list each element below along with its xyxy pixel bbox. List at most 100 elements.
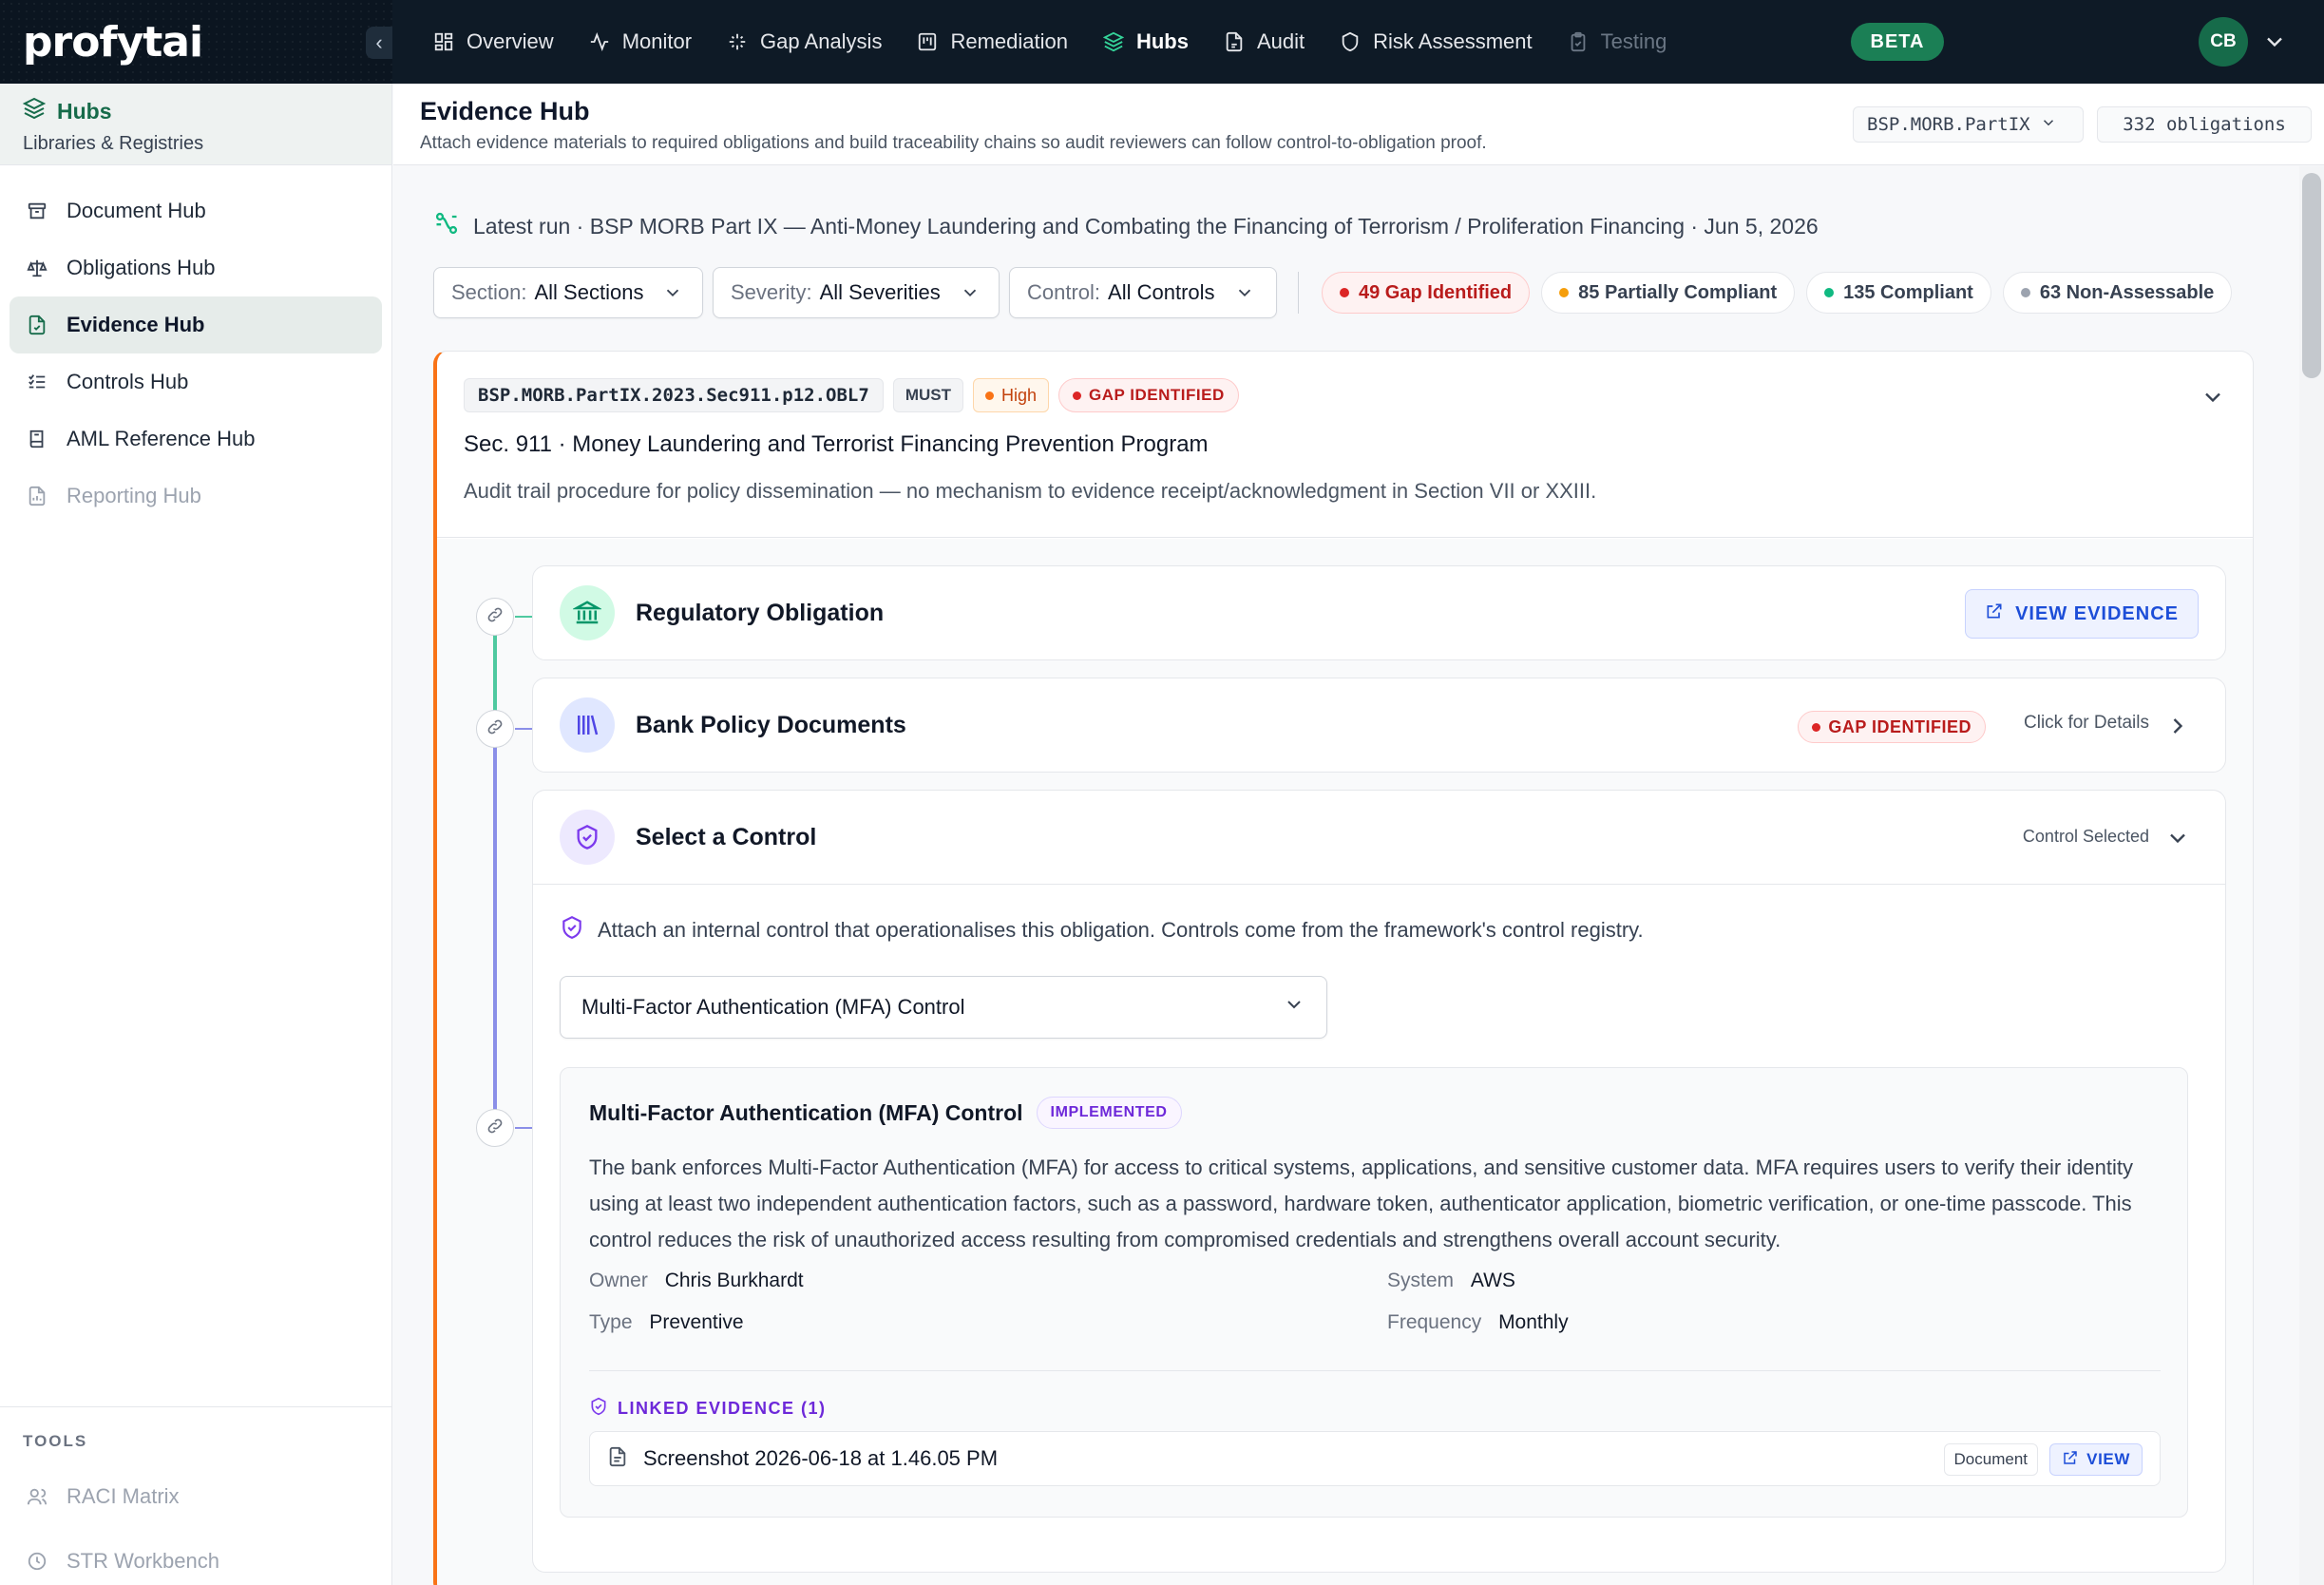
view-evidence-button[interactable]: VIEW EVIDENCE [1965,589,2199,639]
meta-owner: Owner Chris Burkhardt [589,1270,804,1292]
nav-item-testing[interactable]: Testing [1567,29,1667,54]
chain-connector [515,1127,532,1129]
stat-compliant[interactable]: 135 Compliant [1806,272,1991,314]
status-dot [984,391,994,400]
status-dot [1340,288,1349,297]
external-link-icon [2062,1449,2079,1471]
latest-run-text: Latest run · BSP MORB Part IX — Anti-Mon… [473,213,1819,239]
nav-item-remediation[interactable]: Remediation [916,29,1068,54]
status-dot [2020,288,2030,297]
nav-item-risk-assessment[interactable]: Risk Assessment [1339,29,1533,54]
status-badge: GAP IDENTIFIED [1798,711,1986,743]
control-description: The bank enforces Multi-Factor Authentic… [589,1155,2134,1251]
clock-icon [25,1549,49,1574]
sidebar-item-label: Controls Hub [67,370,189,393]
nav-item-hubs[interactable]: Hubs [1102,29,1189,54]
meta-value: AWS [1470,1270,1515,1291]
sidebar-collapse-button[interactable]: ‹ [366,27,392,59]
view-evidence-label: VIEW EVIDENCE [2015,602,2179,624]
evidence-file-name: Screenshot 2026-06-18 at 1.46.05 PM [643,1446,999,1470]
severity-label: High [1000,385,1038,405]
step-header[interactable]: Select a Control Control Selected [533,791,2225,884]
framework-select[interactable]: BSP.MORB.PartIX [1853,106,2084,143]
archive-icon [25,199,49,223]
sidebar-item-evidence-hub[interactable]: Evidence Hub [10,296,382,353]
chevron-down-icon[interactable] [2200,384,2226,411]
brand-logo[interactable]: profytai [23,18,203,67]
chevron-down-icon [960,282,981,303]
library-icon [560,697,615,753]
sidebar-item-aml-reference-hub[interactable]: AML Reference Hub [10,411,382,468]
stat-label: 49 Gap Identified [1359,281,1513,303]
tool-item-str-workbench[interactable]: STR Workbench [10,1529,382,1585]
nav-item-overview[interactable]: Overview [432,29,554,54]
control-select-dropdown[interactable]: Multi-Factor Authentication (MFA) Contro… [560,976,1327,1039]
sidebar-item-obligations-hub[interactable]: Obligations Hub [10,239,382,296]
control-filter[interactable]: Control: All Controls [1009,267,1277,318]
severity-filter[interactable]: Severity: All Severities [713,267,1000,318]
chevron-down-icon [662,282,683,303]
meta-key: Owner [589,1270,648,1291]
nav-item-label: Monitor [621,29,693,53]
scrollbar-track[interactable] [2299,166,2324,1585]
user-avatar[interactable]: CB [2199,17,2248,67]
nav-item-monitor[interactable]: Monitor [588,29,692,54]
tool-item-raci-matrix[interactable]: RACI Matrix [10,1464,382,1529]
shield-check-icon [560,915,584,945]
step-select-control: Select a Control Control Selected Attach… [532,790,2226,1573]
chevron-right-icon[interactable] [2164,713,2191,739]
chevron-down-icon[interactable] [2261,29,2288,55]
severity-filter-value: All Severities [819,280,941,304]
chevron-down-icon [2040,114,2057,136]
chevron-down-icon[interactable] [2164,825,2191,851]
chevron-down-icon [1234,282,1255,303]
nav-item-gap-analysis[interactable]: Gap Analysis [726,29,882,54]
view-evidence-item-button[interactable]: VIEW [2049,1443,2143,1476]
step-title: Bank Policy Documents [636,711,906,738]
stat-gap-identified[interactable]: 49 Gap Identified [1322,272,1531,314]
scrollbar-thumb[interactable] [2302,173,2321,378]
file-icon [1223,30,1246,53]
meta-value: Monthly [1498,1311,1569,1333]
click-for-details-link[interactable]: Click for Details [2024,713,2149,734]
shield-check-icon [560,810,615,865]
evidence-type-badge: Document [1943,1443,2038,1476]
sidebar-item-document-hub[interactable]: Document Hub [10,182,382,239]
section-filter-label: Section: [451,280,527,304]
chain-line [493,729,497,1128]
status-label: GAP IDENTIFIED [1828,716,1972,736]
tools-label: TOOLS [23,1432,88,1450]
obligation-description: Audit trail procedure for policy dissemi… [464,479,1597,503]
sidebar-item-controls-hub[interactable]: Controls Hub [10,353,382,411]
grid-icon [432,30,455,53]
framework-select-value: BSP.MORB.PartIX [1867,114,2030,135]
step-bank-policy-documents[interactable]: Bank Policy Documents GAP IDENTIFIED Cli… [532,678,2226,773]
stat-non-assessable[interactable]: 63 Non-Assessable [2002,272,2233,314]
obligation-card: BSP.MORB.PartIX.2023.Sec911.p12.OBL7 MUS… [433,351,2254,1585]
stat-label: 85 Partially Compliant [1578,281,1778,303]
sidebar-item-label: Evidence Hub [67,313,205,336]
activity-icon [588,30,611,53]
nav-item-audit[interactable]: Audit [1223,29,1305,54]
linked-evidence-label: LINKED EVIDENCE (1) [589,1397,827,1421]
section-filter[interactable]: Section: All Sections [433,267,703,318]
meta-key: Type [589,1311,633,1333]
step-regulatory-obligation: Regulatory Obligation VIEW EVIDENCE [532,565,2226,660]
main-nav: Overview Monitor Gap Analysis Remediatio… [392,0,1701,84]
top-navigation-bar: profytai ‹ Overview Monitor Gap Analysis… [0,0,2324,84]
sidebar-item-reporting-hub[interactable]: Reporting Hub [10,468,382,525]
stat-partially-compliant[interactable]: 85 Partially Compliant [1541,272,1796,314]
obligation-count-badge: 332 obligations [2097,106,2312,143]
sidebar-title: Hubs [57,98,112,124]
page-description: Attach evidence materials to required ob… [420,133,1487,153]
obligation-code: BSP.MORB.PartIX.2023.Sec911.p12.OBL7 [464,378,884,412]
obligation-tags: BSP.MORB.PartIX.2023.Sec911.p12.OBL7 MUS… [464,378,2253,412]
scale-icon [25,256,49,280]
obligation-card-header[interactable]: BSP.MORB.PartIX.2023.Sec911.p12.OBL7 MUS… [437,352,2253,538]
sidebar-list: Document Hub Obligations Hub Evidence Hu… [0,165,391,525]
step-header: Bank Policy Documents GAP IDENTIFIED Cli… [533,678,2225,772]
control-detail-card: Multi-Factor Authentication (MFA) Contro… [560,1067,2188,1518]
meta-system: System AWS [1387,1270,1515,1292]
nav-item-label: Hubs [1135,29,1189,53]
status-dot [1559,288,1570,297]
